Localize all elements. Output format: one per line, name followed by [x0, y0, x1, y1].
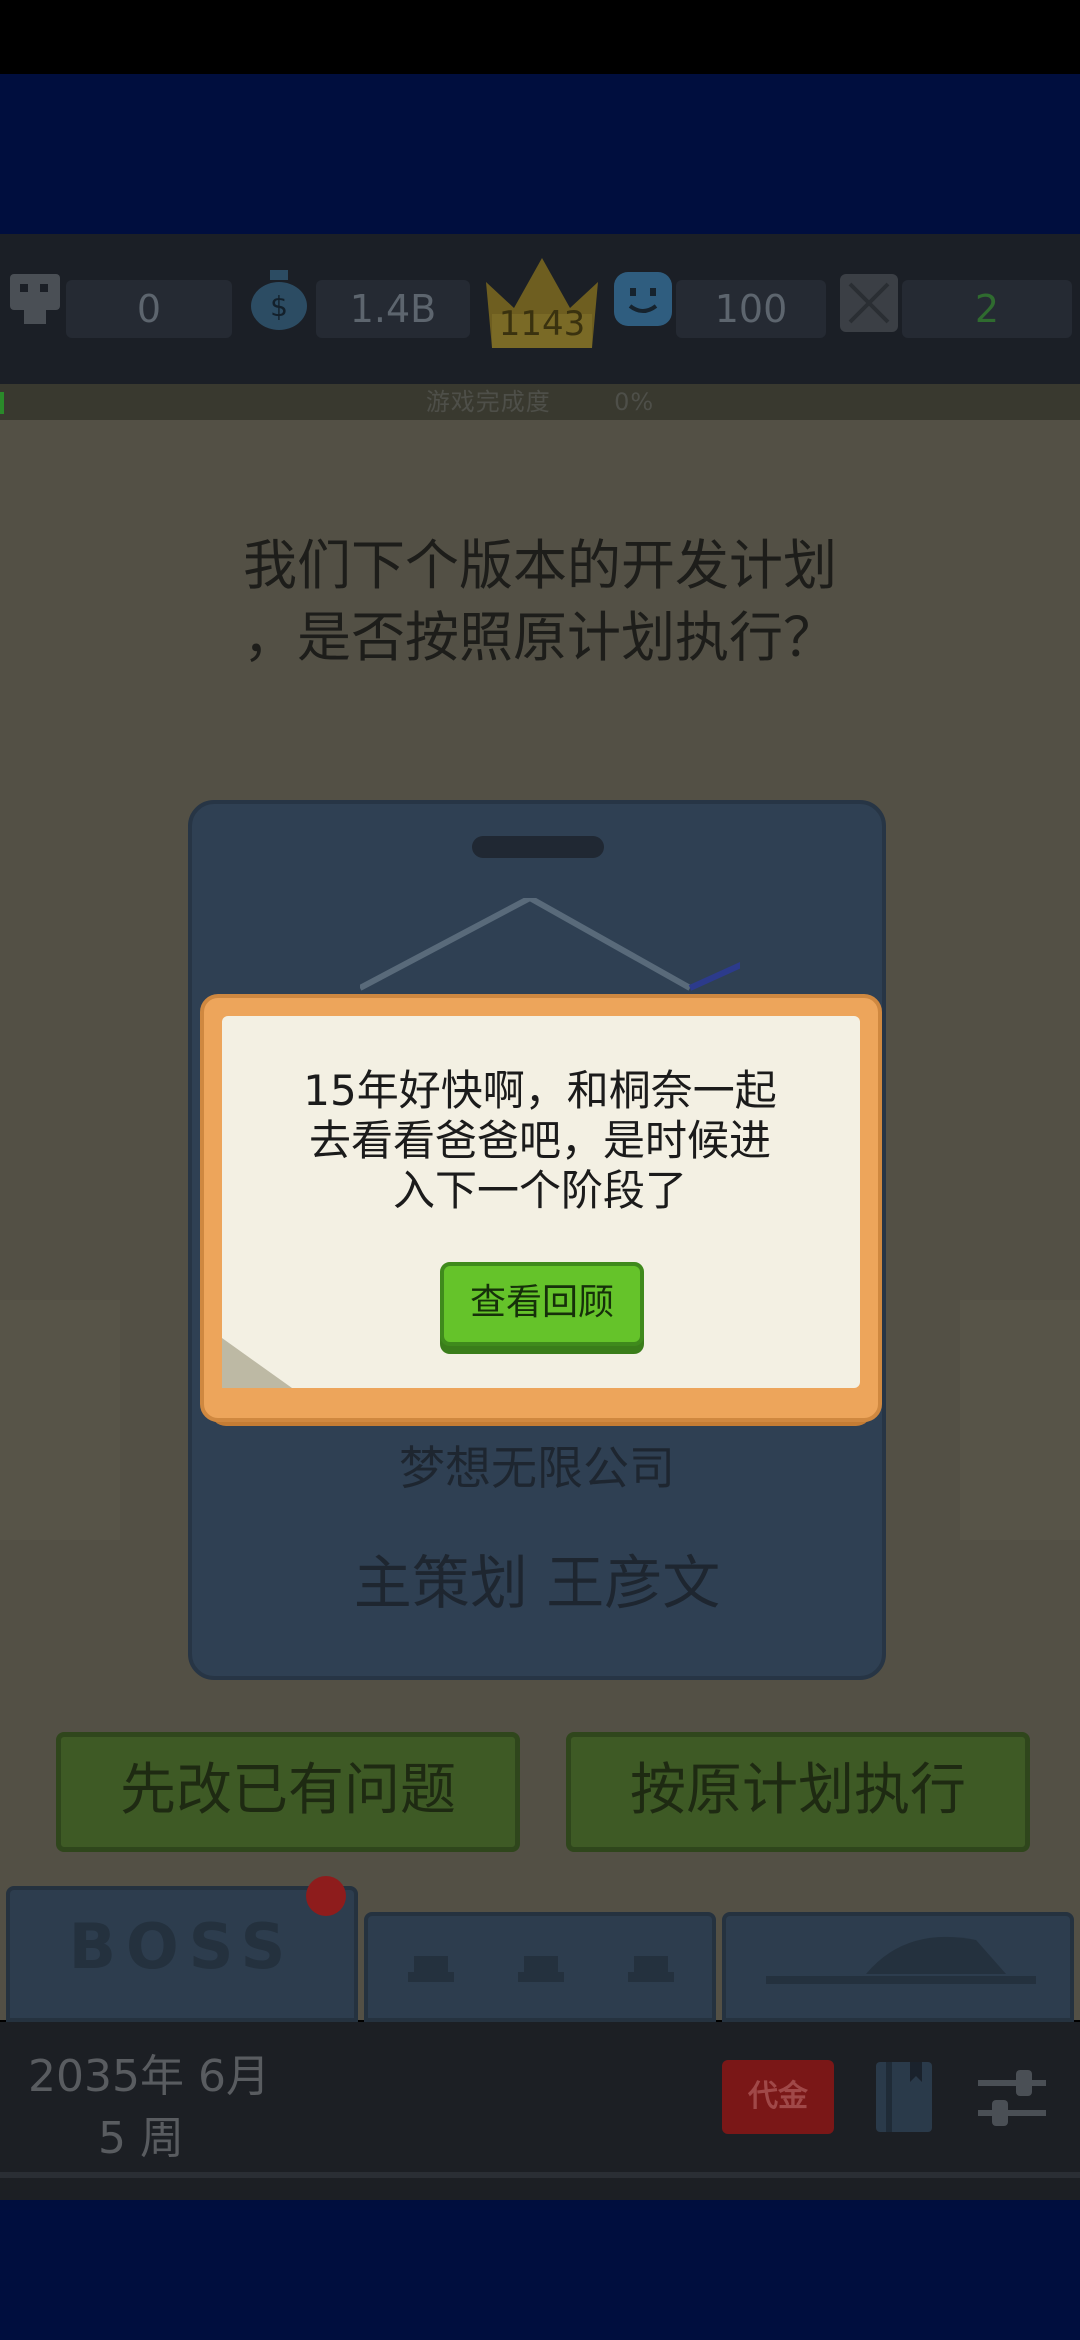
settings-sliders-icon[interactable]	[972, 2064, 1052, 2136]
question-line-1: 我们下个版本的开发计划	[243, 534, 837, 597]
stats-bar: 0 $ 1.4B 1143 100 2	[0, 234, 1080, 384]
smiley-icon	[612, 270, 674, 328]
fans-box: 0	[66, 280, 232, 338]
dialog-message: 15年好快啊，和桐奈一起 去看看爸爸吧，是时候进 入下一个阶段了	[250, 1066, 830, 1216]
background-block	[0, 1300, 120, 1540]
bugs-box: 2	[902, 280, 1072, 338]
team-icon	[408, 1956, 674, 1982]
fix-issues-button[interactable]: 先改已有问题	[56, 1732, 520, 1852]
money-box: 1.4B	[316, 280, 470, 338]
tab-boss[interactable]: BOSS	[6, 1886, 358, 2022]
dialog-line-3: 入下一个阶段了	[392, 1166, 687, 1215]
status-bar	[0, 0, 1080, 74]
book-icon[interactable]	[872, 2058, 938, 2138]
badge-slot	[472, 836, 604, 858]
top-band	[0, 74, 1080, 234]
progress-percent: 0%	[614, 388, 655, 416]
badge-role: 主策划 王彦文	[353, 1549, 721, 1617]
fans-icon	[4, 268, 66, 330]
boss-tab-label: BOSS	[68, 1910, 296, 1983]
svg-text:$: $	[270, 290, 288, 323]
bottom-divider	[0, 2172, 1080, 2178]
money-bag-icon: $	[244, 264, 314, 334]
badge-lanyard	[358, 894, 802, 998]
bugs-value: 2	[974, 287, 1000, 331]
coupon-button[interactable]: 代金	[722, 2060, 834, 2134]
bug-box-icon	[838, 272, 900, 334]
tab-market[interactable]	[722, 1912, 1074, 2022]
progress-text: 游戏完成度	[425, 388, 551, 416]
cat-icon	[766, 1936, 1036, 1984]
fans-value: 0	[136, 287, 162, 331]
follow-plan-button[interactable]: 按原计划执行	[566, 1732, 1030, 1852]
happiness-box: 100	[676, 280, 826, 338]
dialog-line-2: 去看看爸爸吧，是时候进	[308, 1116, 771, 1165]
bottom-band	[0, 2200, 1080, 2340]
date-year-month: 2035年 6月	[28, 2051, 270, 2102]
crown-icon: 1143	[480, 252, 604, 352]
crown-level: 1143	[498, 304, 586, 344]
notification-dot	[306, 1876, 346, 1916]
question-line-2: ，是否按照原计划执行？	[243, 606, 837, 669]
money-value: 1.4B	[349, 287, 437, 331]
date-week: 5 周	[98, 2113, 184, 2164]
background-block	[960, 1300, 1080, 1540]
badge-company: 梦想无限公司	[399, 1441, 675, 1495]
question-text: 我们下个版本的开发计划 ，是否按照原计划执行？	[150, 530, 930, 674]
tab-team[interactable]	[364, 1912, 716, 2022]
view-review-button[interactable]: 查看回顾	[440, 1262, 644, 1346]
happiness-value: 100	[714, 287, 788, 331]
dialog-line-1: 15年好快啊，和桐奈一起	[303, 1066, 777, 1115]
progress-label: 游戏完成度 0%	[0, 384, 1080, 420]
